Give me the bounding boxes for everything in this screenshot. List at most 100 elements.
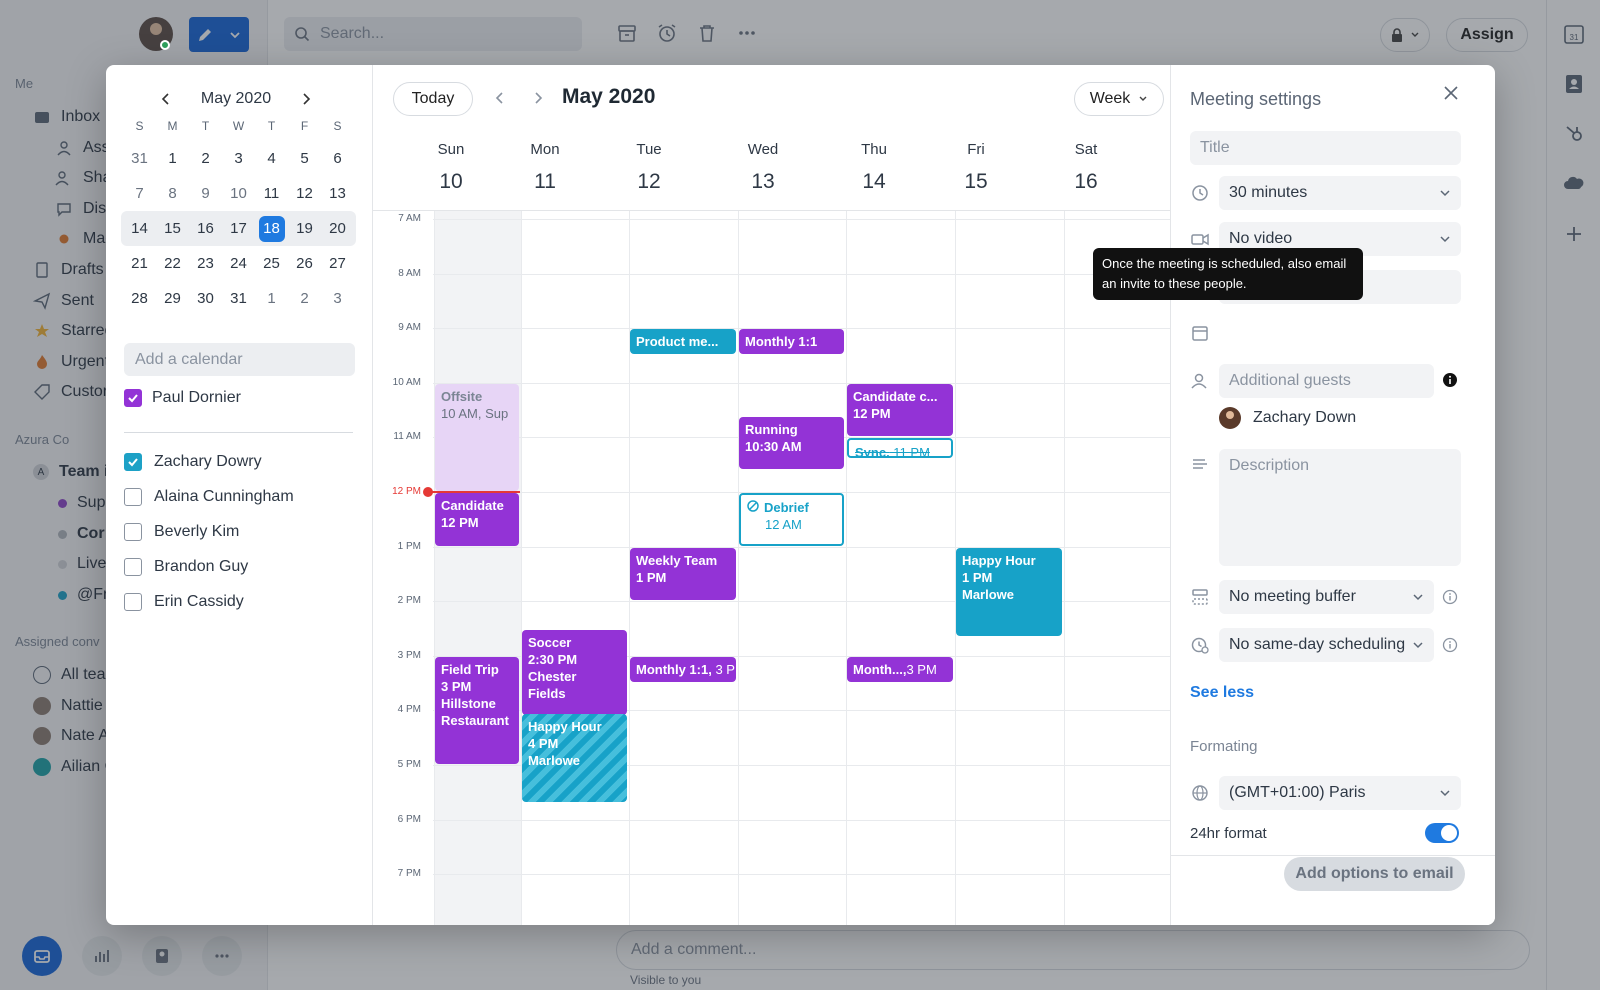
day-header[interactable]: Tue 12	[599, 141, 699, 194]
calendar-person-row[interactable]: Zachary Dowry	[124, 444, 294, 479]
mini-calendar-day[interactable]: 2	[288, 290, 321, 307]
mini-calendar-day[interactable]: 9	[189, 185, 222, 202]
calendar-event[interactable]: Monthly 1:1	[739, 329, 844, 355]
day-header[interactable]: Wed 13	[713, 141, 813, 194]
timezone-select[interactable]: (GMT+01:00) Paris	[1219, 776, 1461, 810]
calendar-event[interactable]: Happy Hour 1 PM Marlowe	[956, 547, 1062, 636]
mini-calendar-day[interactable]: 21	[123, 255, 156, 272]
chevron-right-icon[interactable]	[296, 89, 316, 109]
mini-calendar-day[interactable]: 31	[123, 150, 156, 167]
close-icon[interactable]	[1441, 83, 1461, 103]
week-grid[interactable]: 7 AM 8 AM 9 AM 10 AM 11 AM 1 PM 2 PM 3 PM 4 PM 5 …	[373, 210, 1170, 925]
meeting-buffer-select[interactable]: No meeting buffer	[1219, 580, 1434, 614]
calendar-event[interactable]: Field Trip 3 PM Hillstone Restaurant	[435, 656, 519, 764]
info-icon[interactable]	[1442, 637, 1458, 653]
chevron-left-icon[interactable]	[156, 89, 176, 109]
24hr-format-toggle[interactable]	[1425, 823, 1459, 843]
guests-tooltip: Once the meeting is scheduled, also emai…	[1093, 248, 1363, 300]
day-header[interactable]: Sun 10	[401, 141, 501, 194]
mini-calendar-day[interactable]: 6	[321, 150, 354, 167]
calendar-event[interactable]: Offsite 10 AM, Sup	[435, 383, 519, 491]
additional-guests-input[interactable]: Additional guests	[1219, 364, 1434, 398]
mini-calendar-day[interactable]: 15	[156, 220, 189, 237]
calendar-event[interactable]: Weekly Team 1 PM	[630, 547, 736, 601]
mini-calendar-day[interactable]: 22	[156, 255, 189, 272]
mini-calendar-day[interactable]: 3	[321, 290, 354, 307]
mini-calendar-day[interactable]: 8	[156, 185, 189, 202]
calendar-person-row[interactable]: Erin Cassidy	[124, 584, 294, 619]
mini-calendar-day[interactable]: 20	[321, 220, 354, 237]
title-input[interactable]: Title	[1190, 131, 1461, 165]
mini-calendar-day[interactable]: 14	[123, 220, 156, 237]
checkbox-unchecked[interactable]	[124, 487, 142, 506]
add-calendar-input[interactable]: Add a calendar	[124, 343, 355, 376]
checkbox-checked[interactable]	[124, 389, 142, 407]
mini-calendar-day[interactable]: 25	[255, 255, 288, 272]
mini-calendar-day[interactable]: 31	[222, 290, 255, 307]
chevron-right-icon[interactable]	[529, 89, 547, 107]
duration-select[interactable]: 30 minutes	[1219, 176, 1461, 210]
mini-calendar-day[interactable]: 10	[222, 185, 255, 202]
calendar-event[interactable]: Candidate c... 12 PM	[847, 383, 953, 437]
chevron-left-icon[interactable]	[491, 89, 509, 107]
calendar-event[interactable]: Monthly 1:1, 3 P	[630, 656, 736, 683]
calendar-event[interactable]: Running 10:30 AM	[739, 416, 844, 470]
mini-calendar-day[interactable]: 1	[255, 290, 288, 307]
day-header[interactable]: Fri 15	[926, 141, 1026, 194]
mini-calendar-day[interactable]: 29	[156, 290, 189, 307]
mini-calendar-day[interactable]: 24	[222, 255, 255, 272]
checkbox-unchecked[interactable]	[124, 557, 142, 576]
checkbox-unchecked[interactable]	[124, 522, 142, 541]
info-filled-icon[interactable]	[1442, 372, 1458, 388]
mini-calendar-day[interactable]: 27	[321, 255, 354, 272]
calendar-event[interactable]: Product me...	[630, 329, 736, 355]
day-header[interactable]: Sat 16	[1036, 141, 1136, 194]
day-date: 10	[439, 170, 463, 193]
mini-calendar-day[interactable]: 3	[222, 150, 255, 167]
week-title: May 2020	[562, 85, 656, 108]
mini-calendar-day[interactable]: 26	[288, 255, 321, 272]
mini-calendar-day[interactable]: 16	[189, 220, 222, 237]
hour-label: 7 AM	[398, 213, 421, 224]
calendar-person-name: Erin Cassidy	[154, 592, 244, 610]
info-icon[interactable]	[1442, 589, 1458, 605]
calendar-event[interactable]: Happy Hour 4 PM Marlowe	[522, 714, 627, 803]
checkbox-checked[interactable]	[124, 452, 142, 471]
calendar-event[interactable]: Soccer 2:30 PM Chester Fields	[522, 629, 627, 715]
mini-calendar-day[interactable]: 2	[189, 150, 222, 167]
mini-calendar-day[interactable]: 28	[123, 290, 156, 307]
calendar-person-row[interactable]: Brandon Guy	[124, 549, 294, 584]
calendar-event[interactable]: Month...,3 PM	[847, 656, 953, 683]
calendar-owner-row[interactable]: Paul Dornier	[124, 389, 241, 407]
mini-calendar-day[interactable]: 23	[189, 255, 222, 272]
mini-calendar-today[interactable]: 18	[255, 215, 288, 242]
day-name: Mon	[530, 141, 560, 158]
mini-calendar-day[interactable]: 11	[255, 185, 288, 202]
mini-calendar-day[interactable]: 17	[222, 220, 255, 237]
guest-row[interactable]: Zachary Down	[1219, 407, 1356, 429]
today-button[interactable]: Today	[393, 82, 473, 116]
mini-calendar-day[interactable]: 4	[255, 150, 288, 167]
calendar-person-row[interactable]: Alaina Cunningham	[124, 479, 294, 514]
mini-calendar-day[interactable]: 1	[156, 150, 189, 167]
same-day-scheduling-select[interactable]: No same-day scheduling	[1219, 628, 1434, 662]
day-header[interactable]: Thu 14	[824, 141, 924, 194]
checkbox-unchecked[interactable]	[124, 592, 142, 611]
mini-calendar-day[interactable]: 13	[321, 185, 354, 202]
mini-calendar-day[interactable]: 7	[123, 185, 156, 202]
view-select[interactable]: Week	[1074, 82, 1164, 116]
calendar-event[interactable]: Sync, 11 PM	[847, 438, 953, 459]
calendar-event[interactable]: Candidate 12 PM	[435, 493, 519, 546]
mini-calendar-day[interactable]: 12	[288, 185, 321, 202]
description-input[interactable]: Description	[1219, 449, 1461, 566]
mini-calendar-week: 31 1 2 3 4 5 6	[123, 141, 354, 176]
see-less-link[interactable]: See less	[1190, 684, 1254, 702]
calendar-person-row[interactable]: Beverly Kim	[124, 514, 294, 549]
mini-calendar-day[interactable]: 30	[189, 290, 222, 307]
calendar-event[interactable]: Debrief 12 AM	[739, 493, 844, 546]
add-options-to-email-button[interactable]: Add options to email	[1284, 857, 1465, 891]
mini-calendar-month: May 2020	[200, 90, 272, 107]
mini-calendar-day[interactable]: 5	[288, 150, 321, 167]
mini-calendar-day[interactable]: 19	[288, 220, 321, 237]
day-header[interactable]: Mon 11	[495, 141, 595, 194]
